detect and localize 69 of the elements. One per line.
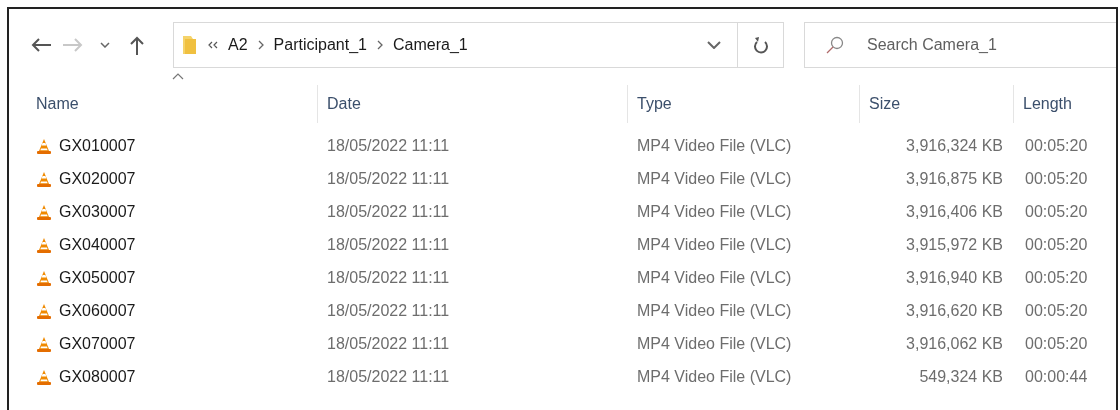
file-date: 18/05/2022 11:11: [326, 366, 451, 387]
file-size: 3,916,324 KB: [905, 135, 1004, 156]
forward-arrow-icon: [62, 37, 84, 53]
file-size: 3,916,875 KB: [905, 168, 1004, 189]
file-date: 18/05/2022 11:11: [326, 201, 451, 222]
column-header[interactable]: Name: [9, 85, 318, 123]
file-date: 18/05/2022 11:11: [326, 267, 451, 288]
breadcrumb-item[interactable]: Participant_1: [273, 33, 367, 57]
file-date: 18/05/2022 11:11: [326, 135, 451, 156]
chevron-down-icon: [100, 42, 110, 48]
chevron-down-icon: [706, 41, 721, 49]
breadcrumb-item[interactable]: A2: [228, 33, 248, 57]
traffic-cone-icon: [36, 335, 52, 352]
traffic-cone-icon: [36, 137, 52, 154]
breadcrumb-item[interactable]: Camera_1: [392, 33, 468, 57]
file-length: 00:05:20: [1024, 333, 1088, 354]
file-name[interactable]: GX040007: [59, 232, 136, 257]
file-name[interactable]: GX050007: [59, 265, 136, 290]
file-length: 00:05:20: [1024, 201, 1088, 222]
file-length: 00:05:20: [1024, 234, 1088, 255]
file-size: 3,915,972 KB: [905, 234, 1004, 255]
traffic-cone-icon: [36, 170, 52, 187]
column-header[interactable]: Length: [1014, 85, 1116, 123]
file-type: MP4 Video File (VLC): [636, 168, 793, 189]
file-length: 00:05:20: [1024, 267, 1088, 288]
file-length: 00:05:20: [1024, 168, 1088, 189]
overflow-chevrons-icon: [208, 41, 218, 49]
file-date: 18/05/2022 11:11: [326, 234, 451, 255]
breadcrumb-chevron-icon: [376, 40, 383, 50]
file-size: 3,916,620 KB: [905, 300, 1004, 321]
file-type: MP4 Video File (VLC): [636, 267, 793, 288]
file-type: MP4 Video File (VLC): [636, 201, 793, 222]
file-type: MP4 Video File (VLC): [636, 300, 793, 321]
file-name[interactable]: GX030007: [59, 199, 136, 224]
column-header[interactable]: Size: [860, 85, 1014, 123]
file-type: MP4 Video File (VLC): [636, 135, 793, 156]
traffic-cone-icon: [36, 302, 52, 319]
file-type: MP4 Video File (VLC): [636, 234, 793, 255]
traffic-cone-icon: [36, 203, 52, 220]
traffic-cone-icon: [36, 269, 52, 286]
file-type: MP4 Video File (VLC): [636, 366, 793, 387]
search-icon: [826, 36, 844, 54]
file-name[interactable]: GX020007: [59, 166, 136, 191]
column-header[interactable]: Date: [318, 85, 628, 123]
traffic-cone-icon: [36, 368, 52, 385]
file-type: MP4 Video File (VLC): [636, 333, 793, 354]
file-length: 00:05:20: [1024, 300, 1088, 321]
back-arrow-icon: [30, 37, 52, 53]
folder-icon: [182, 35, 198, 55]
file-size: 3,916,406 KB: [905, 201, 1004, 222]
file-length: 00:05:20: [1024, 135, 1088, 156]
file-date: 18/05/2022 11:11: [326, 300, 451, 321]
file-size: 3,916,940 KB: [905, 267, 1004, 288]
file-size: 3,916,062 KB: [905, 333, 1004, 354]
traffic-cone-icon: [36, 236, 52, 253]
search-field[interactable]: Search Camera_1: [804, 22, 1116, 68]
file-name[interactable]: GX070007: [59, 331, 136, 356]
up-arrow-icon: [129, 35, 145, 55]
file-length: 00:00:44: [1024, 366, 1088, 387]
file-name[interactable]: GX080007: [59, 364, 136, 389]
file-name[interactable]: GX060007: [59, 298, 136, 323]
refresh-icon: [752, 36, 769, 54]
file-date: 18/05/2022 11:11: [326, 333, 451, 354]
file-size: 549,324 KB: [918, 366, 1004, 387]
breadcrumb-chevron-icon: [257, 40, 264, 50]
refresh-button[interactable]: [738, 22, 784, 68]
column-header[interactable]: Type: [628, 85, 860, 123]
file-name[interactable]: GX010007: [59, 133, 136, 158]
file-date: 18/05/2022 11:11: [326, 168, 451, 189]
